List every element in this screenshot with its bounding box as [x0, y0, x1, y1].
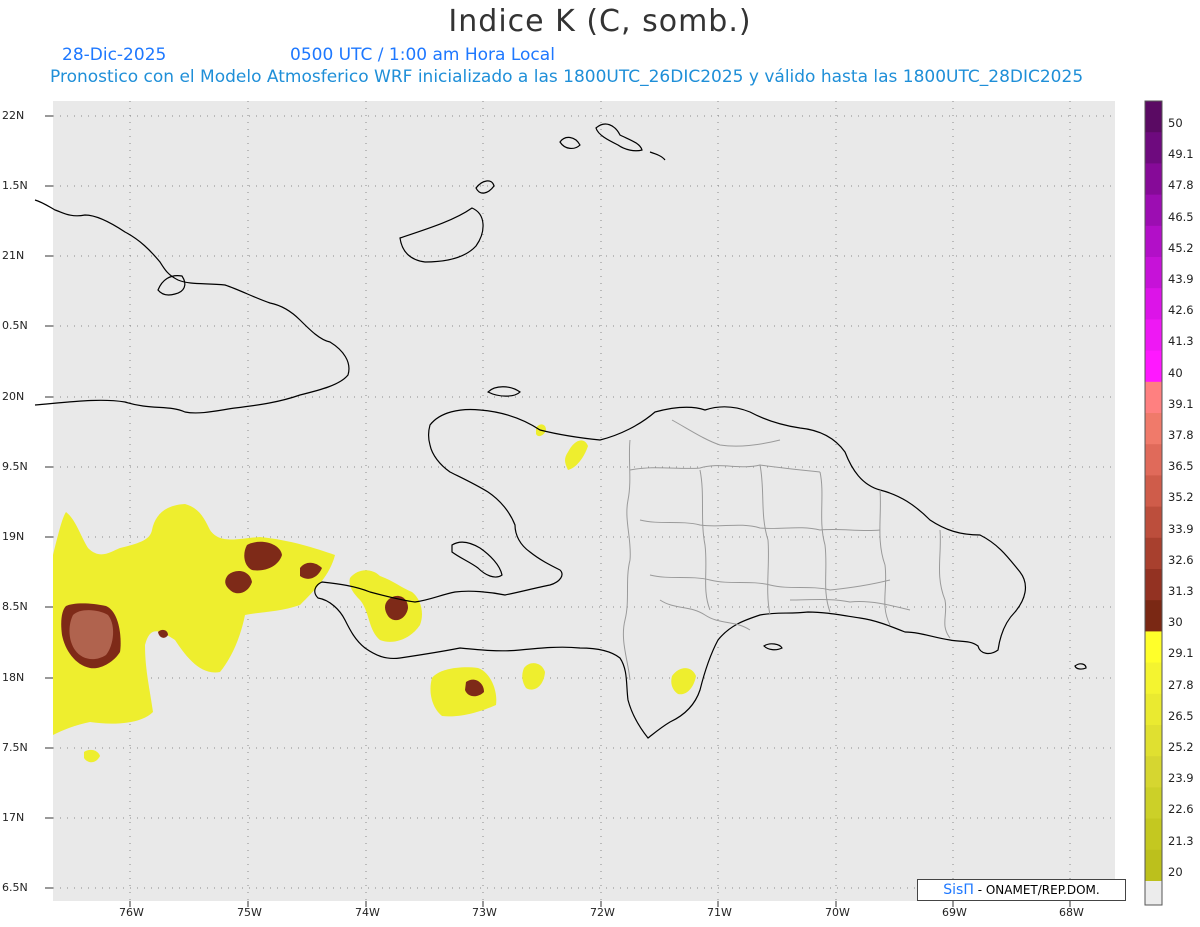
colorbar-label: 36.5 — [1168, 459, 1194, 474]
colorbar-swatch — [1145, 288, 1162, 320]
colorbar-swatch — [1145, 662, 1162, 695]
colorbar-swatch — [1145, 569, 1162, 601]
colorbar — [1144, 100, 1163, 906]
colorbar-label: 49.1 — [1168, 147, 1194, 162]
colorbar-label: 47.8 — [1168, 178, 1194, 193]
colorbar-swatch — [1145, 101, 1162, 133]
colorbar-label: 41.3 — [1168, 334, 1194, 349]
colorbar-swatch — [1145, 818, 1162, 851]
credit-text: - ONAMET/REP.DOM. — [973, 883, 1100, 897]
lon-label-75w: 75W — [237, 906, 262, 919]
colorbar-label: 27.8 — [1168, 677, 1194, 692]
lat-label-20n: 20N — [2, 390, 25, 403]
colorbar-swatch — [1145, 756, 1162, 788]
lat-label-22n: 22N — [2, 109, 25, 122]
colorbar-label: 23.9 — [1168, 771, 1194, 786]
colorbar-swatch — [1145, 132, 1162, 164]
colorbar-label: 37.8 — [1168, 428, 1194, 442]
colorbar-swatch — [1145, 725, 1162, 757]
credit-brand: SisΠ — [943, 882, 974, 898]
colorbar-label: 29.1 — [1168, 646, 1194, 661]
lon-label-69w: 69W — [942, 906, 967, 919]
lat-label-17n: 17N — [2, 811, 25, 824]
lat-label-21n: 21N — [2, 249, 25, 262]
lat-label-17-5n: 7.5N — [2, 741, 28, 754]
colorbar-swatch — [1145, 319, 1162, 352]
colorbar-label: 31.3 — [1168, 584, 1194, 598]
colorbar-swatch — [1145, 225, 1162, 258]
colorbar-label: 42.6 — [1168, 303, 1194, 318]
colorbar-label: 40 — [1168, 365, 1183, 380]
colorbar-swatch — [1145, 350, 1162, 383]
colorbar-label: 35.2 — [1168, 490, 1194, 505]
lat-label-20-5n: 0.5N — [2, 319, 28, 332]
colorbar-label: 33.9 — [1168, 521, 1194, 536]
lon-label-71w: 71W — [707, 906, 732, 919]
colorbar-label: 26.5 — [1168, 708, 1194, 723]
colorbar-label: 20 — [1168, 864, 1183, 879]
colorbar-swatch — [1145, 163, 1162, 196]
colorbar-label: 43.9 — [1168, 272, 1194, 286]
lat-label-19n: 19N — [2, 530, 25, 543]
k-index-map — [34, 100, 1163, 907]
lon-label-68w: 68W — [1059, 906, 1084, 919]
lon-label-70w: 70W — [825, 906, 850, 919]
lon-label-74w: 74W — [355, 906, 380, 919]
colorbar-label: 46.5 — [1168, 209, 1194, 224]
colorbar-label: 25.2 — [1168, 740, 1194, 754]
colorbar-swatch — [1145, 194, 1162, 227]
colorbar-label: 45.2 — [1168, 240, 1194, 255]
colorbar-swatch — [1145, 787, 1162, 820]
colorbar-label: 30 — [1168, 615, 1183, 630]
lon-label-73w: 73W — [472, 906, 497, 919]
lat-label-16-5n: 6.5N — [2, 881, 28, 894]
colorbar-label: 21.3 — [1168, 833, 1194, 848]
lat-label-21-5n: 1.5N — [2, 179, 28, 192]
colorbar-label: 39.1 — [1168, 396, 1194, 411]
lon-label-72w: 72W — [590, 906, 615, 919]
colorbar-swatch — [1145, 849, 1162, 882]
lat-label-18n: 18N — [2, 671, 25, 684]
colorbar-swatch — [1145, 631, 1162, 664]
colorbar-swatch — [1145, 444, 1162, 476]
colorbar-label: 32.6 — [1168, 552, 1194, 567]
credit-box: SisΠ - ONAMET/REP.DOM. — [917, 879, 1126, 901]
colorbar-swatch — [1145, 537, 1162, 570]
lat-label-19-5n: 9.5N — [2, 460, 28, 473]
colorbar-swatch — [1145, 257, 1162, 289]
colorbar-label: 50 — [1168, 116, 1183, 130]
map-area — [53, 101, 1115, 901]
colorbar-label: 22.6 — [1168, 802, 1194, 817]
colorbar-swatch — [1145, 506, 1162, 539]
lat-label-18-5n: 8.5N — [2, 600, 28, 613]
colorbar-swatch — [1145, 413, 1162, 445]
colorbar-swatch — [1145, 381, 1162, 414]
colorbar-swatch — [1145, 600, 1162, 632]
colorbar-swatch — [1145, 693, 1162, 726]
colorbar-swatch-below — [1145, 881, 1162, 905]
lon-label-76w: 76W — [119, 906, 144, 919]
colorbar-swatch — [1145, 475, 1162, 508]
